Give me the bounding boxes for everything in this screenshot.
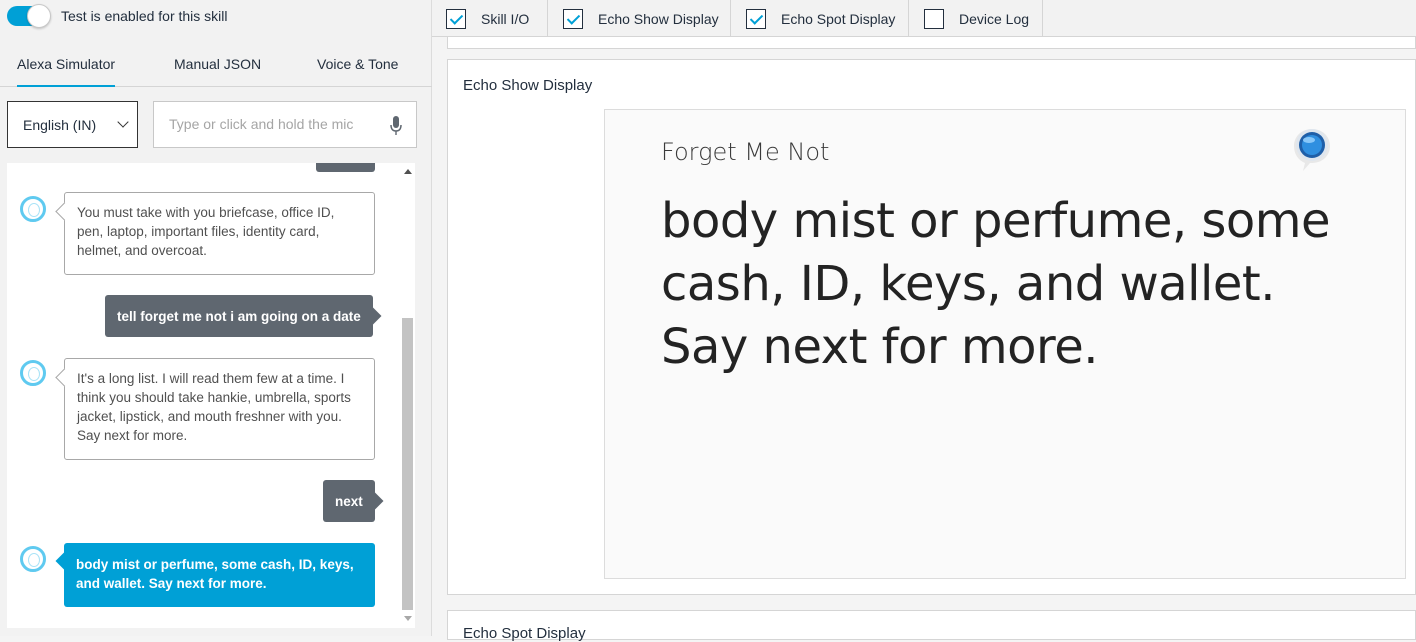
toggle-knob — [27, 4, 51, 28]
conversation-scrollbar[interactable] — [400, 163, 415, 628]
user-utterance-bubble: next — [323, 480, 375, 522]
test-enabled-row: Test is enabled for this skill — [7, 4, 228, 28]
test-enabled-label: Test is enabled for this skill — [61, 8, 228, 24]
utterance-box — [153, 101, 417, 148]
tab-voice-tone[interactable]: Voice & Tone — [317, 56, 398, 87]
option-skill-io[interactable]: Skill I/O — [446, 0, 548, 37]
alexa-response-text: It's a long list. I will read them few a… — [77, 371, 351, 443]
simulator-panel: Test is enabled for this skill Alexa Sim… — [0, 0, 432, 636]
option-echo-show-display[interactable]: Echo Show Display — [563, 0, 731, 37]
previous-user-bubble — [316, 163, 375, 172]
simulator-tabs: Alexa Simulator Manual JSON Voice & Tone — [0, 44, 432, 87]
scroll-down-arrow-icon[interactable] — [404, 616, 412, 621]
skill-title: Forget Me Not — [661, 138, 830, 166]
alexa-avatar-icon — [20, 360, 46, 386]
tab-manual-json[interactable]: Manual JSON — [174, 56, 261, 87]
skill-io-label: Skill I/O — [481, 10, 530, 27]
display-options-bar: Skill I/O Echo Show Display Echo Spot Di… — [432, 0, 1416, 37]
skill-logo-icon — [1294, 129, 1330, 171]
alexa-avatar-icon — [20, 196, 46, 222]
alexa-latest-response-bubble: body mist or perfume, some cash, ID, key… — [64, 543, 375, 607]
alexa-response-text: You must take with you briefcase, office… — [77, 205, 335, 258]
microphone-icon[interactable] — [390, 116, 402, 136]
echo-show-checkbox[interactable] — [563, 8, 583, 29]
scroll-thumb[interactable] — [402, 318, 413, 610]
echo-show-label: Echo Show Display — [598, 10, 719, 27]
echo-spot-checkbox[interactable] — [746, 8, 766, 29]
language-select[interactable]: English (IN) — [7, 101, 138, 148]
device-log-label: Device Log — [959, 10, 1030, 27]
user-utterance-bubble: tell forget me not i am going on a date — [105, 295, 373, 337]
option-echo-spot-display[interactable]: Echo Spot Display — [746, 0, 909, 37]
tab-alexa-simulator[interactable]: Alexa Simulator — [17, 56, 116, 87]
user-utterance-text: next — [335, 493, 363, 509]
echo-show-panel: Echo Show Display Forget Me Not body mis… — [447, 59, 1416, 595]
echo-spot-label: Echo Spot Display — [781, 10, 896, 27]
chevron-down-icon — [117, 116, 129, 128]
echo-spot-panel-title: Echo Spot Display — [463, 625, 586, 642]
echo-show-panel-title: Echo Show Display — [463, 77, 593, 94]
alexa-response-bubble: You must take with you briefcase, office… — [64, 192, 375, 275]
skill-io-checkbox[interactable] — [446, 8, 466, 29]
alexa-avatar-icon — [20, 546, 46, 572]
user-utterance-text: tell forget me not i am going on a date — [117, 308, 361, 324]
test-enabled-toggle[interactable] — [7, 4, 51, 28]
language-value: English (IN) — [23, 116, 97, 133]
scroll-up-arrow-icon[interactable] — [404, 169, 412, 174]
utterance-input[interactable] — [169, 116, 369, 132]
echo-show-screen: Forget Me Not body mist or perfume, some… — [604, 109, 1406, 579]
option-device-log[interactable]: Device Log — [924, 0, 1043, 37]
alexa-latest-response-text: body mist or perfume, some cash, ID, key… — [76, 557, 354, 591]
skill-io-panel-bottom — [447, 37, 1416, 49]
alexa-response-bubble: It's a long list. I will read them few a… — [64, 358, 375, 460]
display-body-text: body mist or perfume, some cash, ID, key… — [661, 193, 1331, 375]
conversation-area: You must take with you briefcase, office… — [7, 163, 400, 628]
device-log-checkbox[interactable] — [924, 8, 944, 29]
